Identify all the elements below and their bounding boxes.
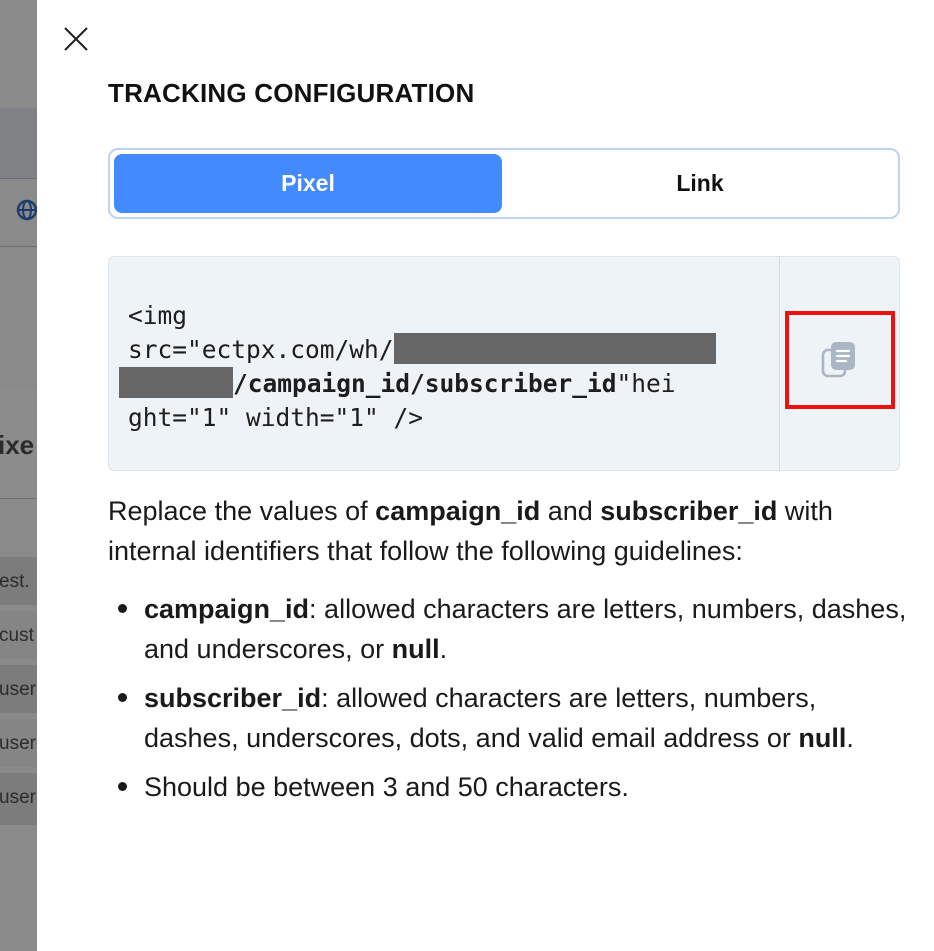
guidelines-list: campaign_id: allowed characters are lett… [108, 589, 908, 816]
background-divider [0, 498, 37, 499]
code-tag: <img [128, 301, 188, 330]
copy-code-button[interactable] [785, 311, 895, 409]
background-page: ixe est. cust user user user [0, 0, 37, 951]
background-divider [0, 246, 37, 247]
code-line: /campaign_id/subscriber_id"hei [119, 367, 768, 401]
code-attr-start: "hei [616, 369, 676, 398]
tab-link[interactable]: Link [506, 154, 894, 213]
guideline-item: campaign_id: allowed characters are lett… [108, 589, 908, 669]
guideline-null: null [391, 634, 440, 664]
code-src-prefix: src="ectpx.com/wh/ [128, 335, 394, 364]
guideline-item: Should be between 3 and 50 characters. [108, 767, 908, 807]
copy-icon [821, 342, 855, 378]
code-attr-end: ght="1" width="1" /> [128, 403, 424, 432]
background-card-title: ixe [0, 430, 35, 460]
redacted-token [119, 367, 233, 398]
code-line: <img [128, 299, 768, 333]
guideline-null: null [798, 723, 847, 753]
pixel-code-snippet: <img src="ectpx.com/wh/ /campaign_id/sub… [108, 256, 900, 471]
background-row-text: est. [0, 571, 30, 592]
background-header-band [0, 108, 37, 178]
instructions-part: and [540, 496, 601, 526]
instructions-text: Replace the values of campaign_id and su… [108, 491, 908, 571]
guideline-term: subscriber_id [144, 683, 322, 713]
code-text: <img src="ectpx.com/wh/ /campaign_id/sub… [119, 299, 768, 435]
globe-icon [16, 199, 37, 221]
tracking-configuration-drawer: TRACKING CONFIGURATION Pixel Link <img s… [37, 0, 934, 951]
close-icon[interactable] [63, 26, 89, 52]
drawer-title: TRACKING CONFIGURATION [108, 78, 475, 108]
background-row-text: user [0, 679, 36, 700]
guideline-end: . [846, 723, 854, 753]
tracking-type-tabs: Pixel Link [108, 148, 900, 219]
guideline-text: Should be between 3 and 50 characters. [144, 772, 629, 802]
background-row-text: cust [0, 625, 34, 646]
guideline-end: . [439, 634, 448, 664]
redacted-token [393, 333, 716, 364]
guideline-term: campaign_id [144, 594, 310, 624]
code-line: ght="1" width="1" /> [128, 401, 768, 435]
tab-pixel[interactable]: Pixel [114, 154, 502, 213]
instructions-subscriber-id: subscriber_id [600, 496, 778, 526]
code-path-placeholders: /campaign_id/subscriber_id [233, 369, 617, 398]
background-row-text: user [0, 733, 36, 754]
guideline-item: subscriber_id: allowed characters are le… [108, 678, 908, 758]
instructions-campaign-id: campaign_id [375, 496, 541, 526]
instructions-part: Replace the values of [108, 496, 376, 526]
code-line: src="ectpx.com/wh/ [128, 333, 768, 367]
background-row-text: user [0, 787, 36, 808]
code-divider [779, 257, 780, 470]
background-divider [0, 178, 37, 179]
